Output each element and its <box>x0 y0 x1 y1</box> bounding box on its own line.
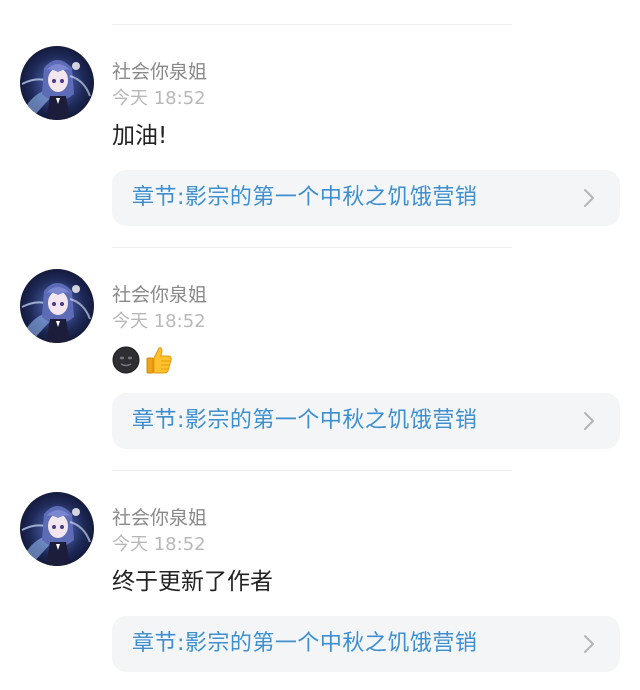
comment-divider <box>112 24 512 25</box>
dark-face-emoji <box>112 346 140 374</box>
comment-item: 社会你泉姐 今天 18:52 终于更新了作者 章节:影宗的第一个中秋之饥饿营销 <box>0 492 640 690</box>
comment-text: 加油! <box>112 123 168 149</box>
anime-girl-avatar-icon <box>20 269 94 343</box>
thumbs-up-emoji <box>146 347 172 374</box>
username[interactable]: 社会你泉姐 <box>112 283 207 307</box>
chevron-right-icon <box>584 189 594 207</box>
comment-item: 社会你泉姐 今天 18:52 章节:影宗的第一个中秋之饥饿营销 <box>0 269 640 469</box>
username[interactable]: 社会你泉姐 <box>112 506 207 530</box>
chevron-right-icon <box>584 412 594 430</box>
user-avatar[interactable] <box>20 492 94 566</box>
chapter-link-card[interactable]: 章节:影宗的第一个中秋之饥饿营销 <box>112 616 620 672</box>
user-avatar[interactable] <box>20 269 94 343</box>
comment-time: 今天 18:52 <box>112 88 206 109</box>
comment-divider <box>112 247 512 248</box>
username[interactable]: 社会你泉姐 <box>112 60 207 84</box>
anime-girl-avatar-icon <box>20 46 94 120</box>
user-avatar[interactable] <box>20 46 94 120</box>
comment-divider <box>112 470 512 471</box>
comment-time: 今天 18:52 <box>112 311 206 332</box>
chapter-label: 章节:影宗的第一个中秋之饥饿营销 <box>132 185 478 210</box>
comment-text: 终于更新了作者 <box>112 569 273 595</box>
comment-time: 今天 18:52 <box>112 534 206 555</box>
chapter-link-card[interactable]: 章节:影宗的第一个中秋之饥饿营销 <box>112 393 620 449</box>
chapter-label: 章节:影宗的第一个中秋之饥饿营销 <box>132 631 478 656</box>
chapter-label: 章节:影宗的第一个中秋之饥饿营销 <box>132 408 478 433</box>
anime-girl-avatar-icon <box>20 492 94 566</box>
chevron-right-icon <box>584 635 594 653</box>
comment-list-page: 社会你泉姐 今天 18:52 加油! 章节:影宗的第一个中秋之饥饿营销 社会你泉… <box>0 0 640 690</box>
comment-item: 社会你泉姐 今天 18:52 加油! 章节:影宗的第一个中秋之饥饿营销 <box>0 46 640 246</box>
comment-emoji-content <box>112 345 174 375</box>
chapter-link-card[interactable]: 章节:影宗的第一个中秋之饥饿营销 <box>112 170 620 226</box>
